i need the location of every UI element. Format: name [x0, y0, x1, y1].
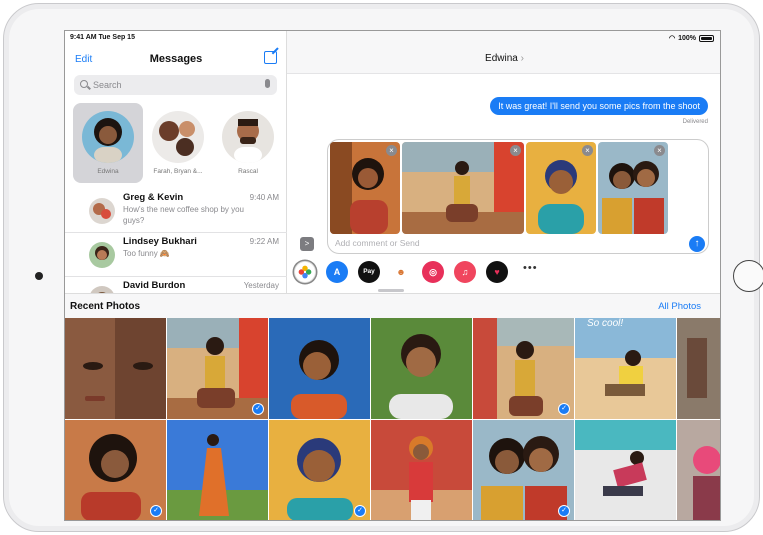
- conversation-name: Greg & Kevin: [123, 192, 184, 203]
- conversation-row[interactable]: Lindsey Bukhari 9:22 AM Too funny 🙈: [65, 233, 287, 277]
- avatar: [89, 242, 115, 268]
- conversation-time: 9:40 AM: [249, 193, 279, 202]
- heart-sticker-icon[interactable]: ♥: [486, 261, 508, 283]
- selected-check-icon: ✓: [150, 505, 162, 517]
- remove-attachment-icon[interactable]: ×: [510, 145, 521, 156]
- photo-thumbnail[interactable]: [677, 420, 720, 520]
- remove-attachment-icon[interactable]: ×: [582, 145, 593, 156]
- conversation-pane: Edwina It was great! I'll send you some …: [287, 31, 720, 293]
- attached-photo[interactable]: ×: [330, 142, 400, 234]
- expand-icon[interactable]: >: [300, 237, 314, 251]
- photo-thumbnail[interactable]: [269, 318, 370, 419]
- sidebar-title: Messages: [149, 53, 203, 65]
- more-apps-icon[interactable]: •••: [523, 262, 538, 274]
- app-store-icon[interactable]: A: [326, 261, 348, 283]
- photo-thumbnail[interactable]: [575, 420, 676, 520]
- message-bubble[interactable]: It was great! I'll send you some pics fr…: [490, 97, 708, 115]
- delivery-status: Delivered: [682, 119, 708, 125]
- battery-percent: 100%: [678, 34, 696, 42]
- status-right: ◠ 100%: [669, 34, 714, 42]
- photo-caption: So cool!: [587, 318, 624, 329]
- recent-photos-header: Recent Photos All Photos: [65, 293, 720, 318]
- status-time: 9:41 AM Tue Sep 15: [70, 34, 135, 41]
- attached-photo[interactable]: ×: [598, 142, 668, 234]
- compose-icon[interactable]: [264, 51, 277, 64]
- attached-photo[interactable]: ×: [402, 142, 524, 234]
- conversation-list: Greg & Kevin 9:40 AM How's the new coffe…: [65, 189, 287, 307]
- search-placeholder: Search: [93, 80, 122, 90]
- avatar: [82, 111, 134, 163]
- microphone-icon[interactable]: [265, 79, 270, 88]
- photo-thumbnail[interactable]: [371, 318, 472, 419]
- photo-grid: ✓ ✓ So cool! ✓ ✓ ✓: [65, 318, 720, 520]
- avatar: [152, 111, 204, 163]
- status-bar: 9:41 AM Tue Sep 15 ◠ 100%: [65, 31, 720, 45]
- photo-thumbnail[interactable]: [677, 318, 720, 419]
- photo-thumbnail[interactable]: ✓: [269, 420, 370, 520]
- conversation-preview: How's the new coffee shop by you guys?: [123, 205, 245, 225]
- compose-input[interactable]: Add comment or Send: [335, 238, 420, 248]
- animoji-icon[interactable]: ☻: [390, 261, 412, 283]
- photo-thumbnail[interactable]: ✓: [167, 318, 268, 419]
- sidebar-header: Edit Messages: [65, 51, 287, 69]
- photos-app-icon[interactable]: [294, 261, 316, 283]
- pinned-edwina[interactable]: Edwina: [73, 103, 143, 183]
- all-photos-link[interactable]: All Photos: [658, 301, 701, 312]
- photo-thumbnail[interactable]: [371, 420, 472, 520]
- screen: 9:41 AM Tue Sep 15 ◠ 100% Edit Messages …: [64, 30, 721, 521]
- conversation-time: 9:22 AM: [249, 237, 279, 246]
- wifi-icon: ◠: [668, 35, 676, 42]
- selected-check-icon: ✓: [558, 505, 570, 517]
- photo-thumbnail[interactable]: ✓: [473, 318, 574, 419]
- search-icon: [80, 80, 88, 88]
- photo-thumbnail[interactable]: So cool!: [575, 318, 676, 419]
- avatar: [89, 198, 115, 224]
- selected-check-icon: ✓: [354, 505, 366, 517]
- avatar: [222, 111, 274, 163]
- pinned-rascal[interactable]: Rascal: [213, 103, 283, 183]
- selected-check-icon: ✓: [252, 403, 264, 415]
- send-button[interactable]: ↑: [689, 236, 705, 252]
- battery-icon: [699, 34, 714, 42]
- message-composer: × × × × Add comment or Send ↑: [327, 139, 709, 254]
- conversation-row[interactable]: Greg & Kevin 9:40 AM How's the new coffe…: [65, 189, 287, 233]
- contact-name[interactable]: Edwina: [287, 53, 720, 64]
- drawer-grabber[interactable]: [378, 289, 404, 292]
- app-drawer: A Pay ☻ ◎ ♫ ♥ •••: [287, 259, 720, 285]
- pinned-group[interactable]: Farah, Bryan &...: [143, 103, 213, 183]
- photo-thumbnail[interactable]: ✓: [65, 420, 166, 520]
- photo-thumbnail[interactable]: ✓: [473, 420, 574, 520]
- ipad-frame: 9:41 AM Tue Sep 15 ◠ 100% Edit Messages …: [3, 3, 763, 532]
- recent-photos-title: Recent Photos: [70, 301, 141, 312]
- apple-pay-icon[interactable]: Pay: [358, 261, 380, 283]
- conversation-name: David Burdon: [123, 280, 186, 291]
- attached-photo[interactable]: ×: [526, 142, 596, 234]
- pinned-name: Farah, Bryan &...: [153, 168, 203, 175]
- selected-check-icon: ✓: [558, 403, 570, 415]
- apple-pay-label: Pay: [363, 268, 375, 275]
- photo-thumbnail[interactable]: [65, 318, 166, 419]
- search-field[interactable]: Search: [74, 75, 277, 95]
- conversation-preview: Too funny 🙈: [123, 249, 170, 258]
- front-camera: [35, 272, 43, 280]
- conversation-name: Lindsey Bukhari: [123, 236, 197, 247]
- pinned-conversations: Edwina Farah, Bryan &... Rascal: [65, 103, 287, 183]
- home-button[interactable]: [733, 260, 763, 292]
- music-icon[interactable]: ♫: [454, 261, 476, 283]
- pinned-name: Rascal: [238, 168, 258, 175]
- remove-attachment-icon[interactable]: ×: [386, 145, 397, 156]
- remove-attachment-icon[interactable]: ×: [654, 145, 665, 156]
- photo-thumbnail[interactable]: [167, 420, 268, 520]
- pinned-name: Edwina: [97, 168, 119, 175]
- images-search-icon[interactable]: ◎: [422, 261, 444, 283]
- messages-sidebar: Edit Messages Search Edwina Farah, Bryan…: [65, 31, 287, 307]
- conversation-time: Yesterday: [243, 281, 279, 290]
